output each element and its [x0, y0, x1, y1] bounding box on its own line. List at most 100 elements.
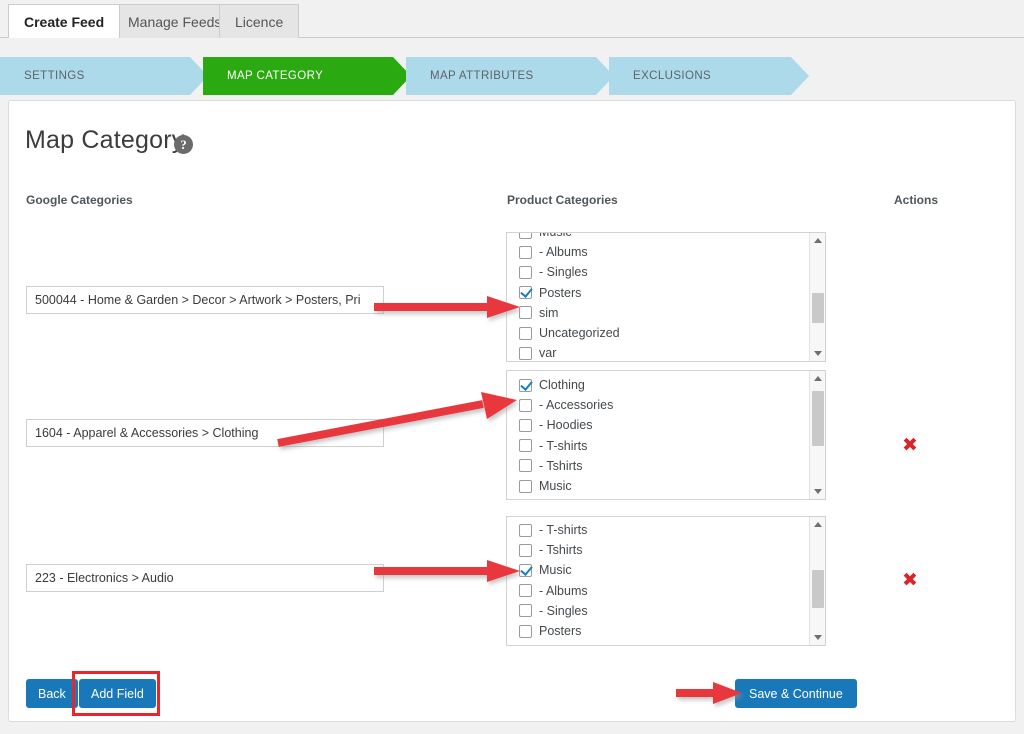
page-title: Map Category — [25, 126, 184, 155]
checkbox-checked-icon[interactable] — [519, 379, 532, 392]
product-category-label: - T-shirts — [539, 439, 587, 453]
product-category-label: sim — [539, 644, 558, 646]
checkbox-unchecked-icon[interactable] — [519, 544, 532, 557]
tab-label: Create Feed — [24, 14, 104, 30]
product-category-option[interactable]: Music — [519, 560, 807, 580]
product-category-option[interactable]: - Hoodies — [519, 415, 807, 435]
checkbox-unchecked-icon[interactable] — [519, 266, 532, 279]
checkbox-unchecked-icon[interactable] — [519, 459, 532, 472]
product-category-label: sim — [539, 306, 558, 320]
wizard-step-label: SETTINGS — [24, 70, 85, 82]
product-category-option[interactable]: Posters — [519, 621, 807, 641]
product-categories-listbox[interactable]: - T-shirts - Tshirts Music - Albums - Single… — [506, 516, 826, 646]
product-category-option[interactable]: - Tshirts — [519, 540, 807, 560]
delete-row-button[interactable]: ✖ — [902, 571, 918, 590]
checkbox-checked-icon[interactable] — [519, 286, 532, 299]
listbox-scrollbar[interactable] — [809, 233, 825, 361]
product-category-option[interactable]: var — [519, 343, 807, 362]
scrollbar-thumb[interactable] — [812, 570, 824, 608]
map-category-panel: Map Category ? Google Categories Product… — [8, 100, 1016, 722]
product-category-label: Uncategorized — [539, 326, 620, 340]
save-and-continue-button[interactable]: Save & Continue — [735, 679, 857, 708]
tab-label: Licence — [235, 14, 283, 30]
product-category-label: Posters — [539, 624, 581, 638]
google-category-input[interactable] — [26, 564, 384, 592]
product-category-option[interactable]: Posters — [519, 283, 807, 303]
product-category-option[interactable]: Clothing — [519, 375, 807, 395]
listbox-scrollbar[interactable] — [809, 517, 825, 645]
app-window: Create Feed Manage Feeds Licence SETTING… — [0, 0, 1024, 734]
wizard-step-label: MAP CATEGORY — [227, 70, 323, 82]
column-header-google-categories: Google Categories — [26, 193, 133, 207]
scroll-up-arrow-icon[interactable] — [810, 233, 826, 248]
delete-row-button[interactable]: ✖ — [902, 436, 918, 455]
wizard-step-label: MAP ATTRIBUTES — [430, 70, 534, 82]
product-category-label: Posters — [539, 286, 581, 300]
scrollbar-thumb[interactable] — [812, 391, 824, 446]
product-categories-listbox[interactable]: Music - Albums - Singles Posters sim Uncatego… — [506, 232, 826, 362]
checkbox-unchecked-icon[interactable] — [519, 604, 532, 617]
checkbox-unchecked-icon[interactable] — [519, 399, 532, 412]
checkbox-unchecked-icon[interactable] — [519, 306, 532, 319]
checkbox-unchecked-icon[interactable] — [519, 625, 532, 638]
product-categories-listbox[interactable]: Clothing - Accessories - Hoodies - T-shirts… — [506, 370, 826, 500]
product-category-option[interactable]: Music — [519, 232, 807, 242]
product-category-option[interactable]: - Singles — [519, 601, 807, 621]
scroll-up-arrow-icon[interactable] — [810, 517, 826, 532]
product-category-option[interactable]: - Tshirts — [519, 456, 807, 476]
back-button[interactable]: Back — [26, 679, 78, 708]
checkbox-unchecked-icon[interactable] — [519, 524, 532, 537]
checkbox-unchecked-icon[interactable] — [519, 584, 532, 597]
product-category-label: - Albums — [539, 584, 588, 598]
product-category-option[interactable]: - Albums — [519, 581, 807, 601]
checkbox-unchecked-icon[interactable] — [519, 419, 532, 432]
product-category-option[interactable]: - T-shirts — [519, 436, 807, 456]
tab-label: Manage Feeds — [128, 14, 221, 30]
checkbox-unchecked-icon[interactable] — [519, 232, 532, 239]
wizard-step-exclusions[interactable]: EXCLUSIONS — [609, 57, 809, 95]
checkbox-unchecked-icon[interactable] — [519, 246, 532, 259]
question-mark-help-icon[interactable]: ? — [174, 135, 193, 154]
product-category-option[interactable]: Music — [519, 476, 807, 496]
product-category-label: - Hoodies — [539, 418, 593, 432]
product-category-label: - Singles — [539, 604, 588, 618]
mapping-row: Music - Albums - Singles Posters sim Uncatego… — [9, 231, 1017, 371]
product-category-option[interactable]: sim — [519, 641, 807, 646]
product-category-option[interactable]: sim — [519, 303, 807, 323]
product-category-option[interactable]: - Accessories — [519, 395, 807, 415]
add-field-button[interactable]: Add Field — [79, 679, 156, 708]
tab-create-feed[interactable]: Create Feed — [8, 4, 120, 38]
product-category-label: Clothing — [539, 378, 585, 392]
product-category-label: Music — [539, 479, 572, 493]
product-category-label: var — [539, 346, 556, 360]
product-category-option[interactable]: - Singles — [519, 262, 807, 282]
checkbox-checked-icon[interactable] — [519, 564, 532, 577]
product-category-label: - Tshirts — [539, 459, 583, 473]
scrollbar-thumb[interactable] — [812, 293, 824, 323]
product-category-label: - Tshirts — [539, 543, 583, 557]
checkbox-unchecked-icon[interactable] — [519, 439, 532, 452]
wizard-step-label: EXCLUSIONS — [633, 70, 711, 82]
scroll-down-arrow-icon[interactable] — [810, 346, 826, 361]
listbox-scrollbar[interactable] — [809, 371, 825, 499]
wizard-step-bar: SETTINGS MAP CATEGORY MAP ATTRIBUTES EXC… — [0, 57, 1024, 95]
product-category-label: Music — [539, 563, 572, 577]
checkbox-unchecked-icon[interactable] — [519, 327, 532, 340]
product-category-option[interactable]: Uncategorized — [519, 323, 807, 343]
scroll-up-arrow-icon[interactable] — [810, 371, 826, 386]
google-category-input[interactable] — [26, 419, 384, 447]
product-category-option[interactable]: - Albums — [519, 242, 807, 262]
scroll-down-arrow-icon[interactable] — [810, 630, 826, 645]
product-category-label: - Singles — [539, 265, 588, 279]
wizard-step-settings[interactable]: SETTINGS — [0, 57, 208, 95]
product-category-option[interactable]: - T-shirts — [519, 520, 807, 540]
checkbox-unchecked-icon[interactable] — [519, 645, 532, 646]
tab-licence[interactable]: Licence — [219, 4, 299, 38]
scroll-down-arrow-icon[interactable] — [810, 484, 826, 499]
wizard-step-map-category[interactable]: MAP CATEGORY — [203, 57, 411, 95]
product-category-label: Music — [539, 232, 572, 239]
checkbox-unchecked-icon[interactable] — [519, 347, 532, 360]
google-category-input[interactable] — [26, 286, 384, 314]
wizard-step-map-attributes[interactable]: MAP ATTRIBUTES — [406, 57, 614, 95]
checkbox-unchecked-icon[interactable] — [519, 480, 532, 493]
